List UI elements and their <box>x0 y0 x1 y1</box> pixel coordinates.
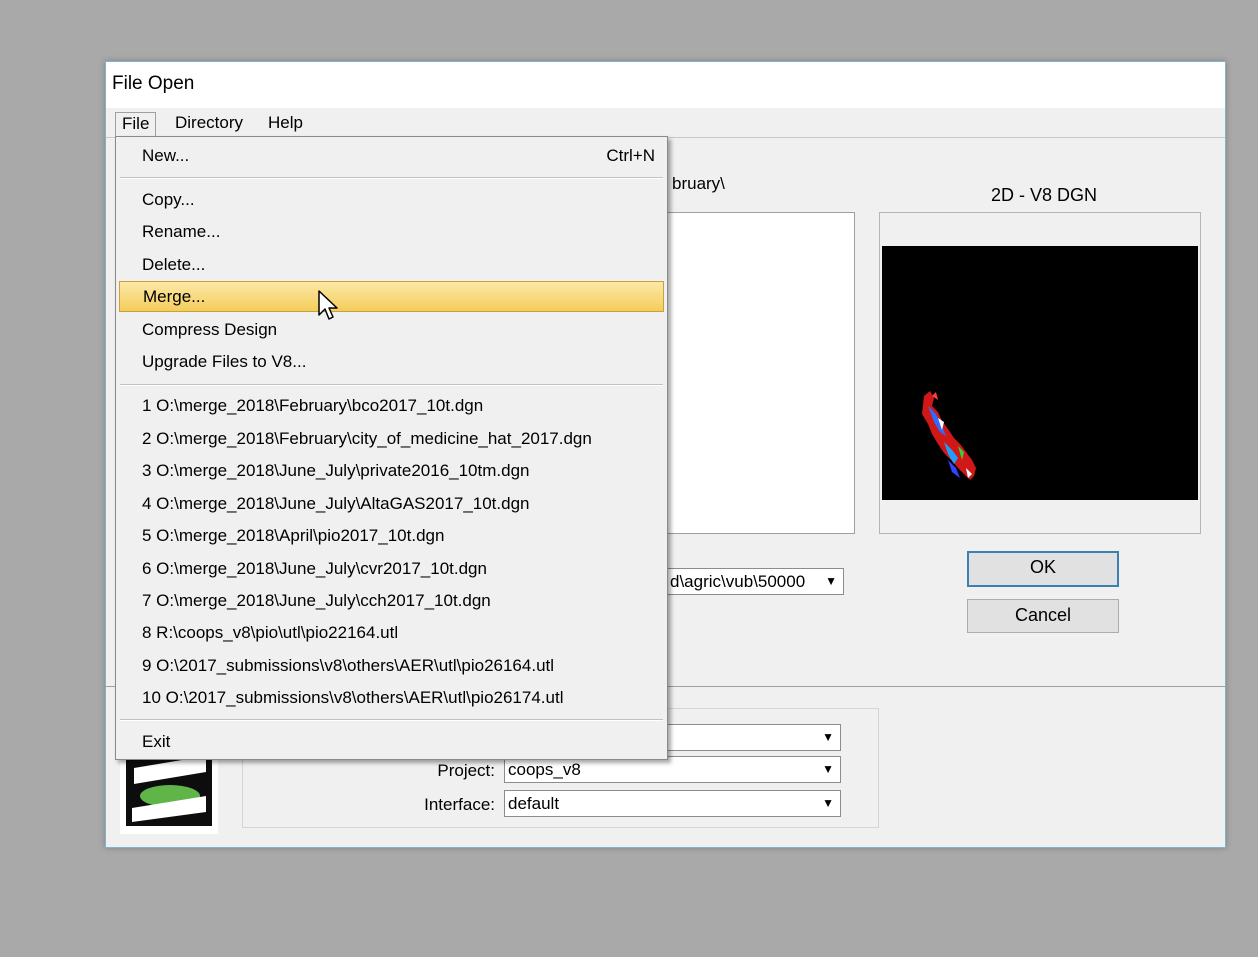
recent-file-label: 8 R:\coops_v8\pio\utl\pio22164.utl <box>142 623 399 642</box>
menu-item-rename-label: Rename... <box>142 222 221 241</box>
chevron-down-icon: ▼ <box>822 730 834 744</box>
recent-file-6[interactable]: 6 O:\merge_2018\June_July\cvr2017_10t.dg… <box>116 554 667 585</box>
window-title: File Open <box>112 73 195 94</box>
menu-item-rename[interactable]: Rename... <box>116 217 667 248</box>
recent-file-label: 6 O:\merge_2018\June_July\cvr2017_10t.dg… <box>142 559 487 578</box>
recent-file-label: 2 O:\merge_2018\February\city_of_medicin… <box>142 429 592 448</box>
file-menu-dropdown: New... Ctrl+N Copy... Rename... Delete..… <box>115 136 668 760</box>
preview-title: 2D - V8 DGN <box>991 185 1098 205</box>
menu-item-exit-label: Exit <box>142 732 171 751</box>
title-bar[interactable]: File Open <box>106 62 1225 108</box>
menu-item-upgrade-label: Upgrade Files to V8... <box>142 352 307 371</box>
menu-separator <box>120 384 663 386</box>
menu-item-delete[interactable]: Delete... <box>116 250 667 281</box>
menu-item-compress-design[interactable]: Compress Design <box>116 315 667 346</box>
menu-item-merge-label: Merge... <box>143 287 206 306</box>
recent-file-label: 10 O:\2017_submissions\v8\others\AER\utl… <box>142 688 564 707</box>
recent-file-label: 4 O:\merge_2018\June_July\AltaGAS2017_10… <box>142 494 530 513</box>
menu-bar: File Directory Help <box>106 108 1225 138</box>
cancel-button[interactable]: Cancel <box>967 599 1119 633</box>
project-value: coops_v8 <box>508 760 581 779</box>
menu-separator <box>120 177 663 179</box>
mouse-pointer-icon <box>318 290 338 320</box>
filter-value: d\agric\vub\50000 <box>670 572 806 591</box>
recent-file-label: 7 O:\merge_2018\June_July\cch2017_10t.dg… <box>142 591 491 610</box>
filter-combo[interactable]: d\agric\vub\50000 ▼ <box>666 568 844 595</box>
recent-file-1[interactable]: 1 O:\merge_2018\February\bco2017_10t.dgn <box>116 391 667 422</box>
recent-file-9[interactable]: 9 O:\2017_submissions\v8\others\AER\utl\… <box>116 651 667 682</box>
menu-item-new-label: New... <box>142 146 190 165</box>
menu-item-delete-label: Delete... <box>142 255 206 274</box>
interface-value: default <box>508 794 560 813</box>
chevron-down-icon: ▼ <box>825 574 837 588</box>
menu-item-exit[interactable]: Exit <box>116 727 667 758</box>
recent-file-label: 1 O:\merge_2018\February\bco2017_10t.dgn <box>142 396 484 415</box>
project-label: Project: <box>437 761 495 780</box>
recent-file-5[interactable]: 5 O:\merge_2018\April\pio2017_10t.dgn <box>116 521 667 552</box>
chevron-down-icon: ▼ <box>822 762 834 776</box>
preview-frame <box>879 212 1201 534</box>
recent-file-8[interactable]: 8 R:\coops_v8\pio\utl\pio22164.utl <box>116 618 667 649</box>
recent-file-10[interactable]: 10 O:\2017_submissions\v8\others\AER\utl… <box>116 683 667 714</box>
menu-item-copy-label: Copy... <box>142 190 195 209</box>
recent-file-label: 3 O:\merge_2018\June_July\private2016_10… <box>142 461 530 480</box>
file-list[interactable] <box>666 212 855 534</box>
ok-button[interactable]: OK <box>967 551 1119 587</box>
menu-file[interactable]: File <box>115 112 157 136</box>
recent-file-label: 9 O:\2017_submissions\v8\others\AER\utl\… <box>142 656 555 675</box>
recent-file-2[interactable]: 2 O:\merge_2018\February\city_of_medicin… <box>116 424 667 455</box>
preview-drawing <box>922 391 976 480</box>
recent-file-7[interactable]: 7 O:\merge_2018\June_July\cch2017_10t.dg… <box>116 586 667 617</box>
recent-file-label: 5 O:\merge_2018\April\pio2017_10t.dgn <box>142 526 445 545</box>
menu-item-merge[interactable]: Merge... <box>119 281 664 312</box>
chevron-down-icon: ▼ <box>822 796 834 810</box>
recent-file-4[interactable]: 4 O:\merge_2018\June_July\AltaGAS2017_10… <box>116 489 667 520</box>
new-shortcut: Ctrl+N <box>606 146 655 165</box>
project-combo[interactable]: coops_v8 ▼ <box>504 756 841 783</box>
menu-directory[interactable]: Directory <box>169 112 249 136</box>
menu-item-copy[interactable]: Copy... <box>116 185 667 216</box>
logo-mark <box>132 756 206 822</box>
menu-separator <box>120 719 663 721</box>
recent-file-3[interactable]: 3 O:\merge_2018\June_July\private2016_10… <box>116 456 667 487</box>
interface-label: Interface: <box>424 795 495 814</box>
menu-item-compress-label: Compress Design <box>142 320 278 339</box>
interface-combo[interactable]: default ▼ <box>504 790 841 817</box>
menu-item-new[interactable]: New... Ctrl+N <box>116 141 667 172</box>
menu-help[interactable]: Help <box>262 112 309 136</box>
design-preview-image <box>882 246 1198 500</box>
current-directory-path: bruary\ <box>672 174 725 193</box>
menu-item-upgrade[interactable]: Upgrade Files to V8... <box>116 347 667 378</box>
